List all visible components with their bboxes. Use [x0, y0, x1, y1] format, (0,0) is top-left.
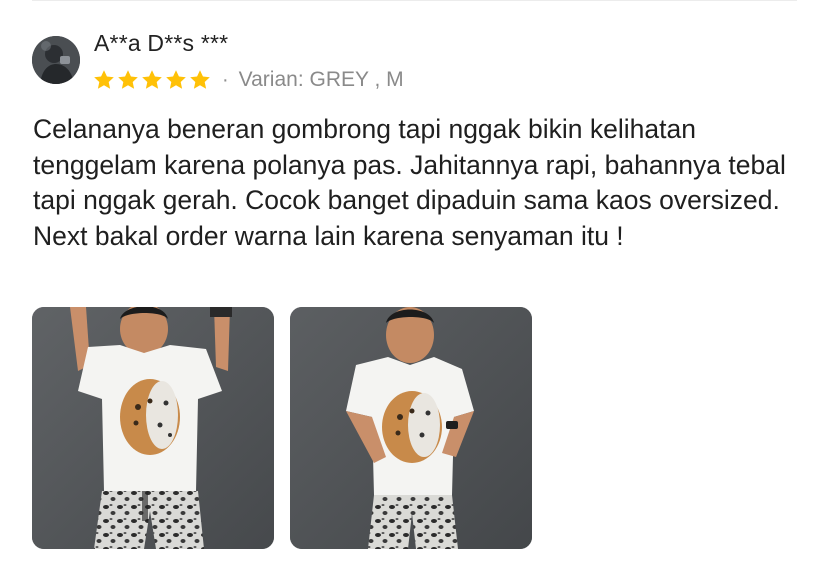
avatar[interactable]: [32, 36, 80, 84]
star-icon: [166, 70, 186, 89]
star-icon: [190, 70, 210, 89]
review-text: Celananya beneran gombrong tapi nggak bi…: [33, 114, 786, 251]
review-photo-2[interactable]: [290, 307, 532, 549]
star-icon: [118, 70, 138, 89]
star-rating: [92, 68, 212, 92]
reviewer-name: A**a D**s ***: [94, 30, 229, 56]
separator-dot: ·: [222, 69, 229, 91]
review-photo-1[interactable]: [32, 307, 274, 549]
star-icon: [142, 70, 162, 89]
star-icon: [94, 70, 114, 89]
variant-label: Varian: GREY , M: [238, 68, 404, 91]
rating-row: · Varian: GREY , M: [92, 67, 404, 93]
review-item: A**a D**s *** · Varian: GREY , M Celanan…: [0, 0, 828, 568]
